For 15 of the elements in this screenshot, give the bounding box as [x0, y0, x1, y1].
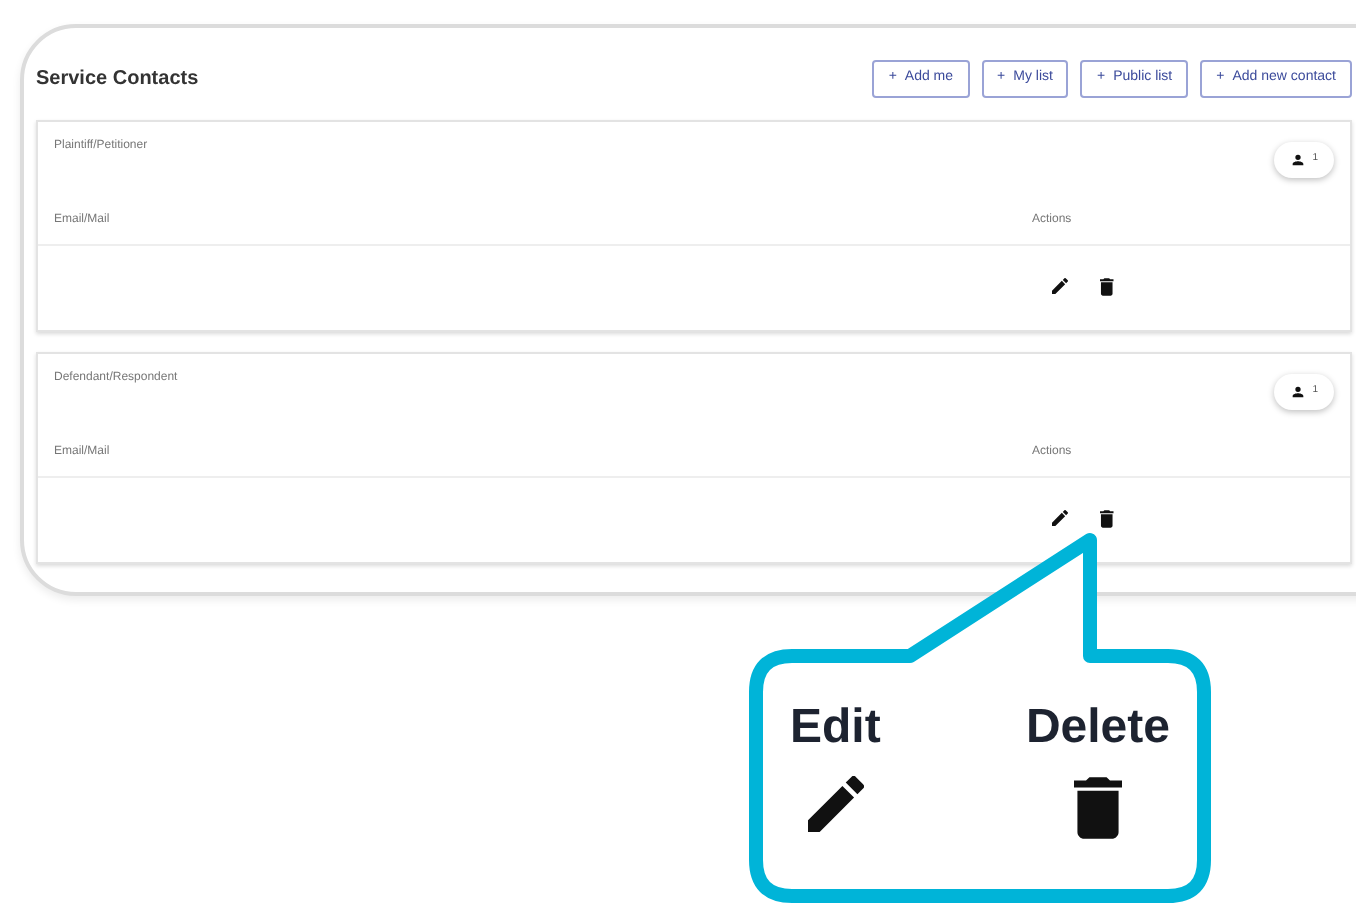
pencil-icon	[807, 776, 864, 832]
delete-button[interactable]	[1100, 509, 1114, 527]
delete-button[interactable]	[1100, 277, 1114, 295]
person-icon	[1290, 384, 1307, 400]
panel-title: Service Contacts	[36, 65, 199, 93]
trash-icon	[1073, 776, 1122, 840]
trash-icon	[1100, 509, 1114, 527]
trash-icon	[1100, 277, 1114, 295]
pencil-icon	[1052, 510, 1068, 526]
callout-label: Delete	[1025, 704, 1170, 752]
callout-label: Edit	[790, 704, 881, 752]
pencil-icon	[1052, 278, 1068, 294]
person-icon	[1290, 152, 1307, 168]
edit-button[interactable]	[1052, 510, 1068, 526]
edit-button[interactable]	[1052, 278, 1068, 294]
